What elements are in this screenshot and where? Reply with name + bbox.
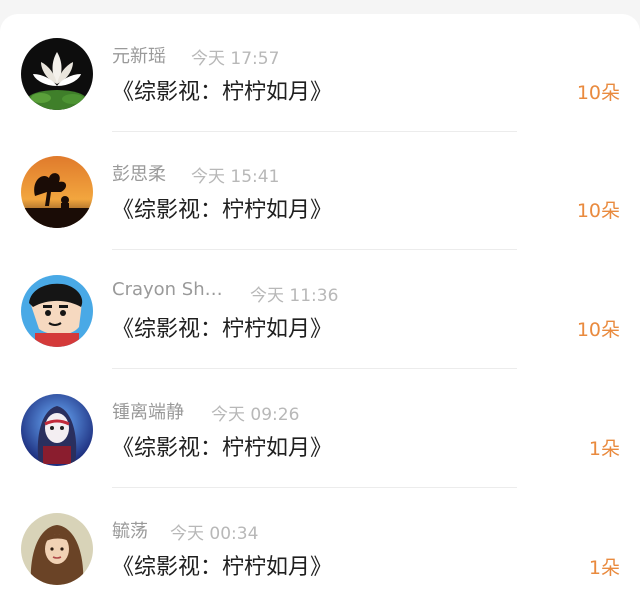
divider: [112, 249, 517, 250]
flower-count: 10朵: [576, 200, 620, 222]
list-item[interactable]: Crayon Sh… 今天 11:36 《综影视：柠柠如月》 10朵: [0, 251, 640, 369]
list-item[interactable]: 毓荡 今天 00:34 《综影视：柠柠如月》 1朵: [0, 489, 640, 607]
sender-name: 毓荡: [112, 521, 148, 542]
book-title[interactable]: 《综影视：柠柠如月》: [112, 311, 332, 343]
flower-count: 10朵: [576, 319, 620, 341]
gift-time: 今天 15:41: [191, 167, 280, 187]
lotus-avatar[interactable]: [21, 38, 93, 110]
divider: [112, 487, 517, 488]
list-item[interactable]: 锺离端静 今天 09:26 《综影视：柠柠如月》 1朵: [0, 370, 640, 488]
gift-time: 今天 00:34: [170, 524, 259, 544]
gift-time: 今天 11:36: [250, 286, 339, 306]
flower-count: 1朵: [588, 438, 620, 460]
gift-list-card: 元新瑶 今天 17:57 《综影视：柠柠如月》 10朵 彭思柔 今天 15:41…: [0, 14, 640, 616]
book-title[interactable]: 《综影视：柠柠如月》: [112, 192, 332, 224]
book-title[interactable]: 《综影视：柠柠如月》: [112, 549, 332, 581]
sender-name: Crayon Sh…: [112, 279, 223, 300]
masked-anime-girl-avatar[interactable]: [21, 394, 93, 466]
flower-count: 1朵: [588, 557, 620, 579]
sender-name: 元新瑶: [112, 46, 166, 67]
gift-time: 今天 09:26: [211, 405, 300, 425]
list-item[interactable]: 彭思柔 今天 15:41 《综影视：柠柠如月》 10朵: [0, 132, 640, 250]
sender-name: 锺离端静: [112, 402, 184, 423]
long-hair-girl-avatar[interactable]: [21, 513, 93, 585]
divider: [112, 368, 517, 369]
list-item[interactable]: 元新瑶 今天 17:57 《综影视：柠柠如月》 10朵: [0, 14, 640, 132]
sender-name: 彭思柔: [112, 164, 166, 185]
book-title[interactable]: 《综影视：柠柠如月》: [112, 430, 332, 462]
gift-time: 今天 17:57: [191, 49, 280, 69]
flower-count: 10朵: [576, 82, 620, 104]
book-title[interactable]: 《综影视：柠柠如月》: [112, 74, 332, 106]
sunset-silhouette-avatar[interactable]: [21, 156, 93, 228]
crayon-shin-chan-avatar[interactable]: [21, 275, 93, 347]
